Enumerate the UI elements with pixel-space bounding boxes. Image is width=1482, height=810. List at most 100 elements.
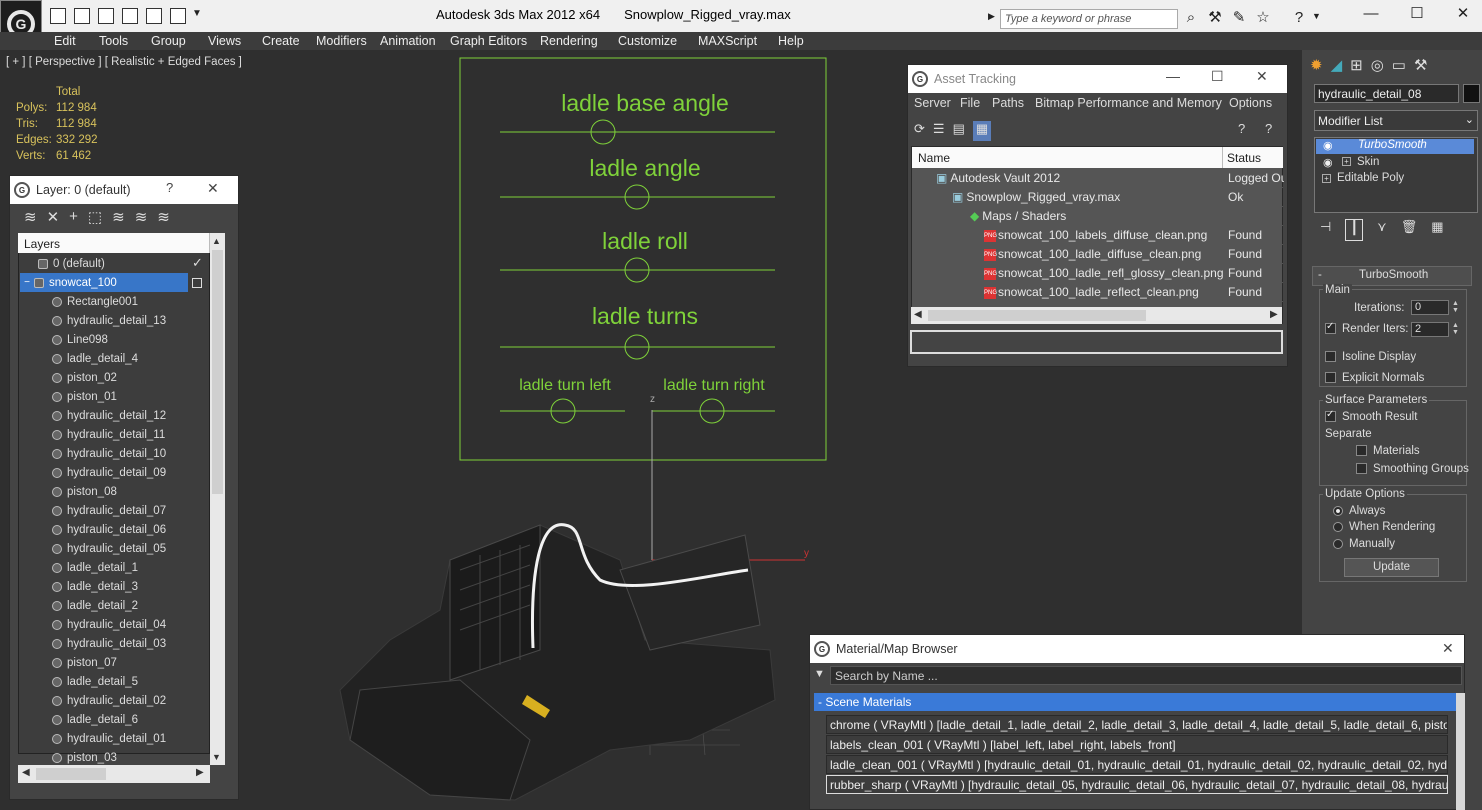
asset-row[interactable]: ▣ Snowplow_Rigged_vray.max Ok — [912, 188, 1283, 207]
asset-hscroll-thumb[interactable] — [928, 310, 1146, 321]
object-row[interactable]: hydraulic_detail_03 — [18, 634, 208, 653]
snowplow-model[interactable] — [339, 523, 776, 801]
tab-motion-icon[interactable]: ◎ — [1371, 56, 1384, 78]
tab-display-icon[interactable]: ▭ — [1392, 56, 1406, 78]
collapse-icon[interactable]: − — [20, 277, 34, 288]
asset-close-button[interactable]: ✕ — [1256, 68, 1268, 85]
object-color-swatch[interactable] — [1463, 84, 1480, 103]
asset-minimize-button[interactable]: — — [1166, 68, 1180, 84]
scroll-right-icon[interactable]: ▶ — [1270, 309, 1278, 320]
tools-icon[interactable]: ⚒ — [1206, 9, 1224, 27]
object-row[interactable]: Line098 — [18, 330, 208, 349]
object-name-input[interactable]: hydraulic_detail_08 — [1314, 84, 1459, 103]
smoothing-groups-toggle[interactable]: Smoothing Groups — [1356, 463, 1469, 475]
scene-materials-group[interactable]: - Scene Materials — [814, 693, 1456, 711]
minimize-button[interactable]: — — [1356, 4, 1386, 24]
browser-options-icon[interactable]: ▼ — [814, 668, 825, 680]
add-to-layer-icon[interactable]: + — [69, 208, 78, 226]
pin-stack-icon[interactable]: ⊣ — [1320, 219, 1331, 241]
tab-hierarchy-icon[interactable]: ⊞ — [1350, 56, 1363, 78]
whats-this-icon[interactable]: ? — [1265, 121, 1272, 136]
show-end-result-icon[interactable]: ┃ — [1345, 219, 1364, 241]
object-row[interactable]: hydraulic_detail_01 — [18, 729, 208, 748]
bulb-icon[interactable]: ◉ — [1323, 156, 1333, 169]
delete-layer-icon[interactable]: ✕ — [47, 208, 60, 226]
menu-rendering[interactable]: Rendering — [540, 34, 598, 48]
favorites-star-icon[interactable]: ☆ — [1254, 9, 1272, 27]
scroll-up-icon[interactable]: ▲ — [212, 236, 221, 246]
make-unique-icon[interactable]: ⋎ — [1377, 219, 1387, 241]
menu-graph-editors[interactable]: Graph Editors — [450, 34, 527, 48]
layer-hscroll-thumb[interactable] — [36, 768, 106, 780]
stack-item-editable-poly[interactable]: Editable Poly — [1337, 172, 1404, 184]
object-row[interactable]: ladle_detail_4 — [18, 349, 208, 368]
material-row[interactable]: ladle_clean_001 ( VRayMtl ) [hydraulic_d… — [826, 755, 1448, 774]
asset-row[interactable]: PNGsnowcat_100_labels_diffuse_clean.png F… — [912, 226, 1283, 245]
object-row[interactable]: hydraulic_detail_07 — [18, 501, 208, 520]
column-name[interactable]: Name — [912, 147, 1223, 168]
asset-row[interactable]: PNGsnowcat_100_ladle_reflect_clean.png Fo… — [912, 283, 1283, 302]
menu-modifiers[interactable]: Modifiers — [316, 34, 367, 48]
quick-access-dropdown-icon[interactable]: ▼ — [192, 8, 202, 19]
search-arrow-icon[interactable]: ▶ — [988, 11, 995, 22]
layer-current-box[interactable] — [192, 278, 202, 288]
object-row[interactable]: ladle_detail_3 — [18, 577, 208, 596]
open-file-icon[interactable] — [50, 8, 66, 24]
help-icon[interactable]: ? — [1238, 121, 1245, 136]
scroll-down-icon[interactable]: ▼ — [212, 752, 221, 762]
save-icon[interactable] — [74, 8, 90, 24]
hold-icon[interactable] — [122, 8, 138, 24]
asset-path-field[interactable] — [910, 330, 1283, 354]
layer-help-button[interactable]: ? — [166, 180, 173, 195]
render-iters-toggle[interactable]: Render Iters: — [1325, 321, 1408, 335]
asset-row[interactable]: PNGsnowcat_100_ladle_diffuse_clean.png Fo… — [912, 245, 1283, 264]
asset-row[interactable]: ▣Autodesk Vault 2012 Logged Out — [912, 169, 1284, 188]
object-row[interactable]: hydraulic_detail_04 — [18, 615, 208, 634]
remove-modifier-icon[interactable]: 🗑 — [1401, 219, 1418, 241]
material-row[interactable]: rubber_sharp ( VRayMtl ) [hydraulic_deta… — [826, 775, 1448, 794]
tree-view-icon[interactable]: ▤ — [953, 121, 965, 141]
tab-modify-icon[interactable]: ◢ — [1331, 56, 1343, 78]
menu-group[interactable]: Group — [151, 34, 186, 48]
select-in-layer-icon[interactable]: ⬚ — [88, 208, 102, 226]
object-row[interactable]: ladle_detail_5 — [18, 672, 208, 691]
asset-menu-options[interactable]: Options — [1229, 96, 1272, 110]
material-search-input[interactable]: Search by Name ... — [830, 666, 1462, 685]
subscription-icon[interactable]: ✎ — [1230, 9, 1248, 27]
object-row[interactable]: hydraulic_detail_12 — [18, 406, 208, 425]
object-row[interactable]: piston_02 — [18, 368, 208, 387]
configure-sets-icon[interactable]: ▦ — [1431, 219, 1443, 241]
material-row[interactable]: labels_clean_001 ( VRayMtl ) [label_left… — [826, 735, 1448, 754]
render-iters-spinner[interactable]: 2 — [1411, 322, 1449, 337]
bulb-icon[interactable]: ◉ — [1323, 139, 1333, 152]
spinner-arrows-icon[interactable]: ▲ ▼ — [1452, 322, 1459, 336]
object-row[interactable]: piston_07 — [18, 653, 208, 672]
object-row[interactable]: ladle_detail_1 — [18, 558, 208, 577]
update-manually-radio[interactable]: Manually — [1333, 538, 1395, 550]
modifier-list-dropdown[interactable]: Modifier List ⌄ — [1314, 110, 1478, 131]
iterations-spinner[interactable]: 0 — [1411, 300, 1449, 315]
isoline-display-toggle[interactable]: Isoline Display — [1325, 351, 1416, 363]
material-row[interactable]: chrome ( VRayMtl ) [ladle_detail_1, ladl… — [826, 715, 1448, 734]
object-row[interactable]: hydraulic_detail_10 — [18, 444, 208, 463]
menu-tools[interactable]: Tools — [99, 34, 128, 48]
material-close-button[interactable]: ✕ — [1442, 640, 1454, 657]
asset-menu-bitmap[interactable]: Bitmap Performance and Memory — [1035, 96, 1222, 110]
new-layer-icon[interactable]: ≋ — [24, 208, 37, 226]
expand-icon[interactable]: + — [1322, 174, 1331, 183]
object-row[interactable]: hydraulic_detail_06 — [18, 520, 208, 539]
current-layer-check-icon[interactable]: ✓ — [192, 255, 203, 271]
project-icon[interactable] — [170, 8, 186, 24]
object-row[interactable]: hydraulic_detail_13 — [18, 311, 208, 330]
asset-maximize-button[interactable]: ☐ — [1211, 68, 1224, 85]
close-button[interactable]: ✕ — [1448, 4, 1478, 24]
layer-row-default[interactable]: 0 (default) — [18, 254, 208, 273]
help-dropdown-icon[interactable]: ▼ — [1312, 11, 1321, 21]
asset-row[interactable]: PNGsnowcat_100_ladle_refl_glossy_clean.p… — [912, 264, 1283, 283]
new-scene-icon[interactable] — [146, 8, 162, 24]
keyword-search-input[interactable]: Type a keyword or phrase — [1000, 9, 1178, 29]
maximize-button[interactable]: ☐ — [1402, 4, 1432, 24]
tab-utilities-icon[interactable]: ⚒ — [1414, 56, 1427, 78]
scroll-right-icon[interactable]: ▶ — [196, 767, 204, 778]
help-icon[interactable]: ? — [1290, 9, 1308, 27]
